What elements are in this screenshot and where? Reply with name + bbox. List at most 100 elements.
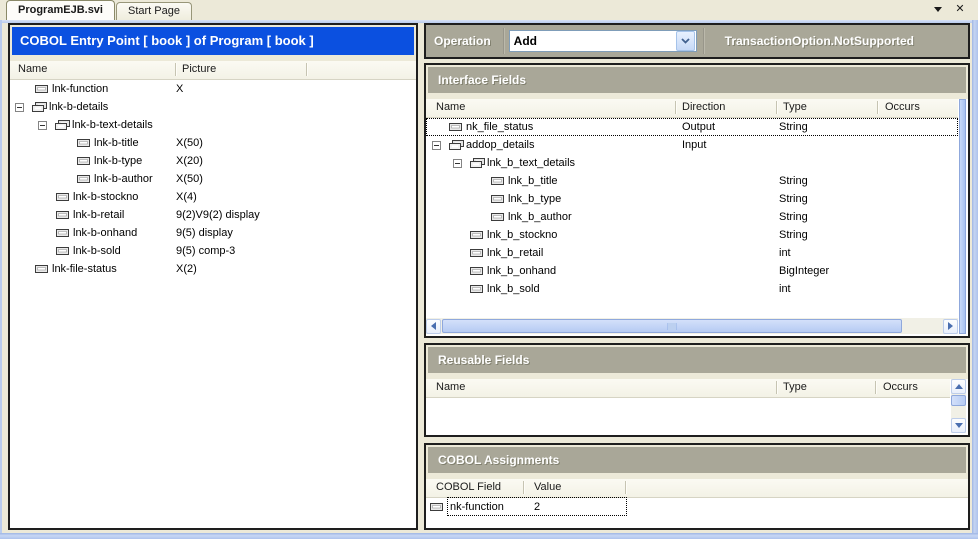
field-icon	[491, 190, 504, 208]
tree-row[interactable]: lnk-b-sold9(5) comp-3	[10, 242, 416, 260]
cobol-assignments-title: COBOL Assignments	[428, 447, 966, 473]
field-name: nk_file_status	[466, 118, 533, 136]
column-header-occurs[interactable]: Occurs	[883, 381, 918, 393]
column-header-value[interactable]: Value	[534, 481, 561, 493]
tree-row[interactable]: lnk-functionX	[10, 80, 416, 98]
interface-fields-title: Interface Fields	[428, 67, 966, 93]
operation-selected-value: Add	[510, 34, 675, 48]
reusable-fields-header-row: Name Type Occurs	[426, 379, 950, 398]
picture-value: X(2)	[176, 260, 197, 278]
field-name: lnk-b-text-details	[72, 116, 153, 134]
tree-row[interactable]: lnk_b_titleString	[426, 172, 958, 190]
assignment-edit-box[interactable]: nk-function2	[448, 498, 626, 515]
interface-fields-table: Name Direction Type Occurs nk_file_statu…	[426, 99, 968, 336]
tree-row[interactable]: lnk-b-authorX(50)	[10, 170, 416, 188]
tree-row[interactable]: lnk_b_text_details	[426, 154, 958, 172]
field-icon	[491, 208, 504, 226]
type-value: String	[779, 118, 808, 136]
vertical-scrollbar[interactable]	[959, 99, 966, 334]
tree-row[interactable]: lnk_b_soldint	[426, 280, 958, 298]
field-name: lnk_b_type	[508, 190, 561, 208]
column-resizer[interactable]	[625, 481, 627, 494]
picture-value: X	[176, 80, 183, 98]
type-value: String	[779, 226, 808, 244]
close-icon[interactable]: ✕	[954, 3, 966, 15]
scroll-left-icon[interactable]	[426, 319, 441, 334]
column-resizer[interactable]	[175, 63, 177, 76]
column-resizer[interactable]	[776, 101, 778, 114]
field-icon	[77, 152, 90, 170]
tree-row[interactable]: lnk_b_typeString	[426, 190, 958, 208]
column-resizer[interactable]	[675, 101, 677, 114]
collapse-toggle[interactable]	[453, 154, 462, 172]
tree-row[interactable]: lnk-b-retail9(2)V9(2) display	[10, 206, 416, 224]
field-name: lnk-b-title	[94, 134, 139, 152]
tab-programejb[interactable]: ProgramEJB.svi	[6, 0, 115, 20]
tree-row[interactable]: lnk_b_authorString	[426, 208, 958, 226]
collapse-toggle[interactable]	[15, 98, 24, 116]
field-name: lnk-b-onhand	[73, 224, 137, 242]
tree-row[interactable]: lnk_b_stockno String	[426, 226, 958, 244]
scrollbar-thumb[interactable]	[442, 319, 902, 333]
field-name: lnk_b_stockno	[487, 226, 557, 244]
combo-dropdown-button[interactable]	[676, 31, 695, 51]
column-header-picture[interactable]: Picture	[182, 63, 216, 75]
column-resizer[interactable]	[877, 101, 879, 114]
column-header-cobol-field[interactable]: COBOL Field	[436, 481, 501, 493]
field-icon	[56, 188, 69, 206]
scrollbar-track[interactable]	[951, 406, 966, 418]
tree-row[interactable]: lnk-b-onhand9(5) display	[10, 224, 416, 242]
tree-row[interactable]: lnk-b-typeX(20)	[10, 152, 416, 170]
operation-detail-area: Operation Add TransactionOption.NotSuppo…	[424, 23, 970, 530]
field-icon	[491, 172, 504, 190]
assignment-value[interactable]: 2	[534, 501, 540, 513]
scrollbar-thumb[interactable]	[951, 395, 966, 406]
scroll-right-icon[interactable]	[943, 319, 958, 334]
column-header-type[interactable]: Type	[783, 101, 807, 113]
field-icon	[77, 134, 90, 152]
field-name: lnk-b-author	[94, 170, 153, 188]
tree-row[interactable]: addop_detailsInput	[426, 136, 958, 154]
collapse-toggle[interactable]	[38, 116, 47, 134]
tree-row[interactable]: lnk_b_onhandBigInteger	[426, 262, 958, 280]
column-resizer[interactable]	[523, 481, 525, 494]
vertical-scrollbar[interactable]	[951, 379, 966, 433]
column-header-direction[interactable]: Direction	[682, 101, 725, 113]
collapse-toggle[interactable]	[432, 136, 441, 154]
assignment-row[interactable]: nk-function2	[426, 498, 968, 516]
chevron-down-icon	[681, 38, 690, 44]
tree-row[interactable]: lnk-b-stocknoX(4)	[10, 188, 416, 206]
scroll-up-icon[interactable]	[951, 379, 966, 394]
horizontal-scrollbar[interactable]	[426, 318, 958, 334]
field-name: lnk-b-type	[94, 152, 142, 170]
tree-row[interactable]: lnk_b_retailint	[426, 244, 958, 262]
column-header-name[interactable]: Name	[436, 381, 465, 393]
column-header-name[interactable]: Name	[18, 63, 47, 75]
tab-start-page[interactable]: Start Page	[116, 2, 192, 20]
tree-row[interactable]: lnk-file-statusX(2)	[10, 260, 416, 278]
scroll-down-icon[interactable]	[951, 418, 966, 433]
group-icon	[470, 154, 485, 172]
type-value: String	[779, 172, 808, 190]
field-name: lnk_b_sold	[487, 280, 540, 298]
field-name: lnk-b-retail	[73, 206, 124, 224]
column-header-occurs[interactable]: Occurs	[885, 101, 920, 113]
column-resizer[interactable]	[776, 381, 778, 394]
column-resizer[interactable]	[306, 63, 308, 76]
operation-select[interactable]: Add	[509, 30, 697, 52]
interface-fields-panel: Interface Fields Name Direction Type Occ…	[424, 63, 970, 338]
window-frame[interactable]	[0, 533, 978, 539]
tree-row[interactable]: lnk-b-details	[10, 98, 416, 116]
tab-list-chevron-icon[interactable]	[932, 3, 944, 15]
tree-row[interactable]: lnk-b-text-details	[10, 116, 416, 134]
column-resizer[interactable]	[875, 381, 877, 394]
group-icon	[55, 116, 70, 134]
column-header-name[interactable]: Name	[436, 101, 465, 113]
interface-fields-header-row: Name Direction Type Occurs	[426, 99, 958, 118]
operation-label: Operation	[426, 34, 503, 48]
window-frame[interactable]	[972, 20, 978, 539]
tree-row[interactable]: lnk-b-titleX(50)	[10, 134, 416, 152]
type-value: int	[779, 244, 791, 262]
column-header-type[interactable]: Type	[783, 381, 807, 393]
tree-row[interactable]: nk_file_statusOutputString	[426, 118, 958, 136]
